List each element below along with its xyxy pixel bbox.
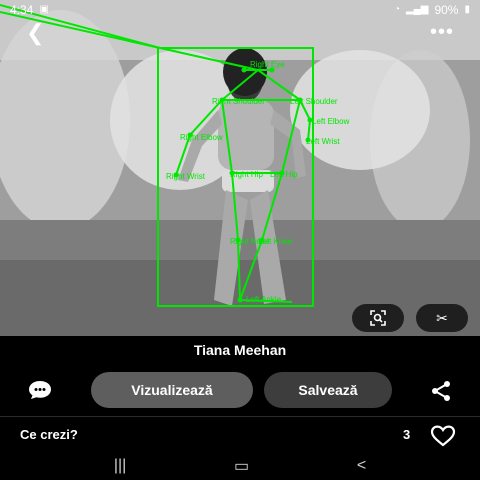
view-button[interactable]: Vizualizează [91,372,253,408]
signal-icon: ▂▄▆ [405,4,429,15]
pin-image-art: Right Eye Right Shoulder Left Shoulder L… [0,0,480,336]
kp-label: Left Shoulder [290,97,338,106]
heart-icon[interactable] [430,425,456,447]
pin-image[interactable]: Right Eye Right Shoulder Left Shoulder L… [0,0,480,336]
recents-icon[interactable]: ||| [114,457,126,475]
pin-title: Tiana Meehan [193,342,287,358]
wifi-icon: ◔ [393,4,400,15]
comment-icon[interactable] [28,380,52,400]
comments-prompt: Ce crezi? [20,427,78,442]
scissors-icon: ✂ [436,309,448,326]
comments-row[interactable]: Ce crezi? 3 [0,418,480,452]
more-icon[interactable]: ••• [430,22,454,42]
kp-label: Right Shoulder [212,97,265,106]
reaction-count: 3 [403,427,411,442]
kp-label: Right Hip [230,170,263,179]
back-nav-icon[interactable]: < [357,457,366,475]
status-bar: 4:34 ▣ ◔ ▂▄▆ 90% ▮ [0,0,480,20]
battery-icon: ▮ [464,4,470,15]
divider [0,416,480,417]
gallery-icon: ▣ [39,4,49,15]
kp-label: Right Wrist [166,172,206,181]
home-icon[interactable]: ▭ [234,456,249,476]
kp-label: Right Eye [250,60,285,69]
visual-search-button[interactable] [352,304,404,332]
battery-level: 90% [434,3,459,17]
kp-label: Left Wrist [306,137,340,146]
kp-label: Left Hip [270,170,298,179]
system-nav-bar: ||| ▭ < [0,452,480,480]
status-time: 4:34 [10,3,34,17]
cutout-button[interactable]: ✂ [416,304,468,332]
kp-label: Left Ankle [246,295,282,304]
kp-label: Left Elbow [312,117,350,126]
kp-label: Left Knee [258,237,293,246]
action-bar: Vizualizează Salvează [0,372,480,408]
kp-label: Right Elbow [180,133,223,142]
save-button[interactable]: Salvează [264,372,392,408]
lens-icon [370,310,386,326]
back-icon[interactable]: ❮ [26,22,44,44]
share-icon[interactable] [430,380,452,402]
